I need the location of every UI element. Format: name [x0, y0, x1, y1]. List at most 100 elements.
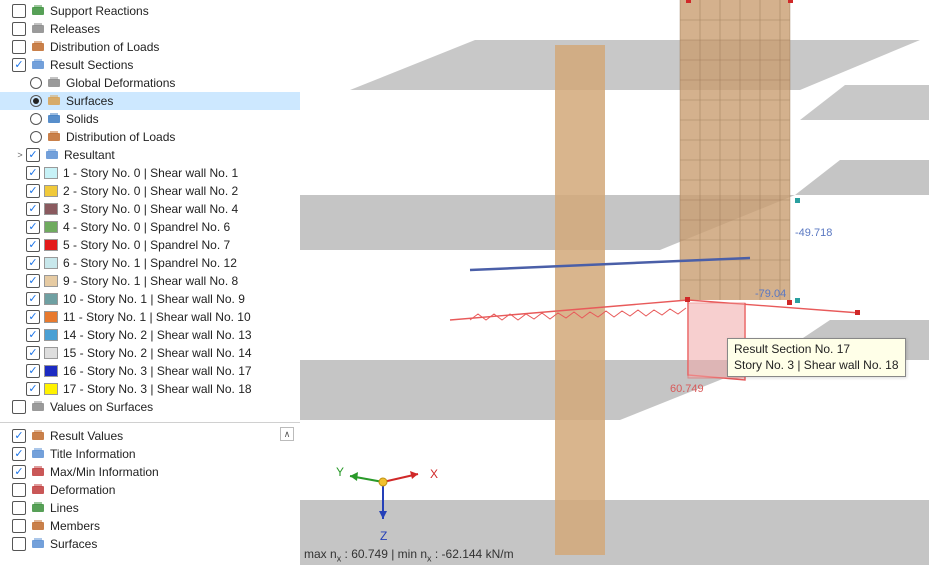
- checkbox[interactable]: [12, 400, 26, 414]
- color-swatch: [44, 221, 58, 233]
- checkbox[interactable]: [26, 220, 40, 234]
- tree-item-label: Resultant: [64, 148, 115, 162]
- tree-item[interactable]: 14 - Story No. 2 | Shear wall No. 13: [0, 326, 300, 344]
- tree-item[interactable]: 6 - Story No. 1 | Spandrel No. 12: [0, 254, 300, 272]
- tree-item[interactable]: 2 - Story No. 0 | Shear wall No. 2: [0, 182, 300, 200]
- tree-item-label: 4 - Story No. 0 | Spandrel No. 6: [63, 220, 230, 234]
- color-swatch: [44, 257, 58, 269]
- viewport-3d[interactable]: X Y Z -49.718 -79.04 60.749 Result Secti…: [300, 0, 929, 565]
- tree-item[interactable]: Members: [0, 517, 300, 535]
- color-swatch: [44, 239, 58, 251]
- tree-item[interactable]: Surfaces: [0, 92, 300, 110]
- checkbox[interactable]: [26, 328, 40, 342]
- axis-gizmo: [338, 447, 428, 537]
- checkbox[interactable]: [12, 447, 26, 461]
- tree-item[interactable]: Values on Surfaces: [0, 398, 300, 416]
- tree-item-label: Releases: [50, 22, 100, 36]
- color-swatch: [44, 311, 58, 323]
- radio[interactable]: [30, 77, 42, 89]
- checkbox[interactable]: [26, 310, 40, 324]
- checkbox[interactable]: [26, 166, 40, 180]
- tree-item[interactable]: Title Information: [0, 445, 300, 463]
- surfaces2-icon: [30, 536, 46, 552]
- tree-item-label: Members: [50, 519, 100, 533]
- tree-item[interactable]: 4 - Story No. 0 | Spandrel No. 6: [0, 218, 300, 236]
- tree-item[interactable]: 3 - Story No. 0 | Shear wall No. 4: [0, 200, 300, 218]
- tree-item[interactable]: 16 - Story No. 3 | Shear wall No. 17: [0, 362, 300, 380]
- axis-x-label: X: [430, 467, 438, 481]
- checkbox[interactable]: [26, 256, 40, 270]
- color-swatch: [44, 329, 58, 341]
- tree-item-label: 2 - Story No. 0 | Shear wall No. 2: [63, 184, 238, 198]
- tree-item[interactable]: Deformation: [0, 481, 300, 499]
- tree-item[interactable]: 11 - Story No. 1 | Shear wall No. 10: [0, 308, 300, 326]
- tree-item-label: Support Reactions: [50, 4, 149, 18]
- tree-item[interactable]: Releases: [0, 20, 300, 38]
- checkbox[interactable]: [12, 519, 26, 533]
- tree-item-label: 6 - Story No. 1 | Spandrel No. 12: [63, 256, 237, 270]
- tree-item[interactable]: 1 - Story No. 0 | Shear wall No. 1: [0, 164, 300, 182]
- tree-item[interactable]: 15 - Story No. 2 | Shear wall No. 14: [0, 344, 300, 362]
- tree-item[interactable]: Solids: [0, 110, 300, 128]
- checkbox[interactable]: [12, 429, 26, 443]
- tree-item-label: Distribution of Loads: [66, 130, 175, 144]
- tree-item[interactable]: Result Sections: [0, 56, 300, 74]
- tree-item[interactable]: 5 - Story No. 0 | Spandrel No. 7: [0, 236, 300, 254]
- tree-item[interactable]: > Resultant: [0, 146, 300, 164]
- collapse-panel-button[interactable]: ∧: [280, 427, 294, 441]
- checkbox[interactable]: [26, 346, 40, 360]
- tree-item[interactable]: Distribution of Loads: [0, 38, 300, 56]
- tree-item-label: 17 - Story No. 3 | Shear wall No. 18: [63, 382, 252, 396]
- tree-item[interactable]: Support Reactions: [0, 2, 300, 20]
- tree-item-label: Title Information: [50, 447, 136, 461]
- checkbox[interactable]: [26, 184, 40, 198]
- checkbox[interactable]: [26, 148, 40, 162]
- color-swatch: [44, 293, 58, 305]
- radio[interactable]: [30, 113, 42, 125]
- checkbox[interactable]: [12, 4, 26, 18]
- members-icon: [30, 518, 46, 534]
- tree-item-label: Deformation: [50, 483, 115, 497]
- checkbox[interactable]: [26, 202, 40, 216]
- tree-item[interactable]: Distribution of Loads: [0, 128, 300, 146]
- deform-icon: [46, 75, 62, 91]
- tree-item[interactable]: Surfaces: [0, 535, 300, 553]
- tree-item[interactable]: Lines: [0, 499, 300, 517]
- checkbox[interactable]: [12, 537, 26, 551]
- axis-z-label: Z: [380, 529, 387, 543]
- tree-item[interactable]: 10 - Story No. 1 | Shear wall No. 9: [0, 290, 300, 308]
- distribution-icon: [46, 129, 62, 145]
- color-swatch: [44, 275, 58, 287]
- support-icon: [30, 3, 46, 19]
- checkbox[interactable]: [26, 274, 40, 288]
- checkbox[interactable]: [12, 501, 26, 515]
- solids-icon: [46, 111, 62, 127]
- resultant-icon: [44, 147, 60, 163]
- checkbox[interactable]: [12, 483, 26, 497]
- tree-item-label: 15 - Story No. 2 | Shear wall No. 14: [63, 346, 252, 360]
- checkbox[interactable]: [12, 40, 26, 54]
- surfaces-icon: [46, 93, 62, 109]
- lines-icon: [30, 500, 46, 516]
- radio[interactable]: [30, 95, 42, 107]
- tree-item[interactable]: Global Deformations: [0, 74, 300, 92]
- checkbox[interactable]: [26, 364, 40, 378]
- axis-y-label: Y: [336, 465, 344, 479]
- color-swatch: [44, 383, 58, 395]
- tree-item-label: 10 - Story No. 1 | Shear wall No. 9: [63, 292, 245, 306]
- tooltip-line1: Result Section No. 17: [734, 342, 899, 358]
- checkbox[interactable]: [26, 382, 40, 396]
- checkbox[interactable]: [12, 465, 26, 479]
- tree-item[interactable]: 9 - Story No. 1 | Shear wall No. 8: [0, 272, 300, 290]
- tree-item[interactable]: 17 - Story No. 3 | Shear wall No. 18: [0, 380, 300, 398]
- tree-item[interactable]: Result Values: [0, 427, 300, 445]
- checkbox[interactable]: [26, 238, 40, 252]
- tree-item[interactable]: Max/Min Information: [0, 463, 300, 481]
- checkbox[interactable]: [12, 22, 26, 36]
- radio[interactable]: [30, 131, 42, 143]
- expand-toggle[interactable]: >: [14, 150, 26, 160]
- checkbox[interactable]: [26, 292, 40, 306]
- value-mid: -79.04: [755, 288, 786, 300]
- checkbox[interactable]: [12, 58, 26, 72]
- tree-item-label: Values on Surfaces: [50, 400, 153, 414]
